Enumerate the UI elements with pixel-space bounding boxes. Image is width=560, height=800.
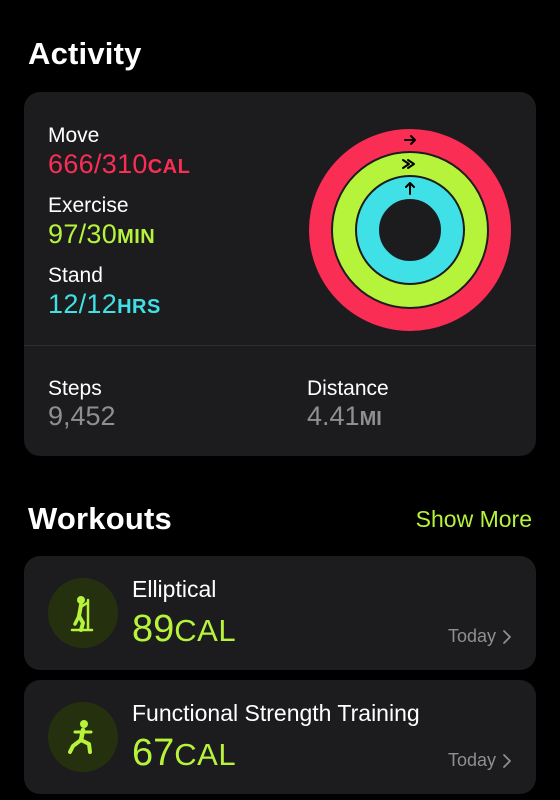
distance-label: Distance <box>307 377 389 400</box>
workout-card-elliptical[interactable]: Elliptical 89CAL Today <box>24 556 536 670</box>
exercise-value-number: 97/30 <box>48 219 118 249</box>
workout-calories: 89CAL <box>132 608 236 651</box>
chevron-right-icon <box>503 753 511 768</box>
workout-date-label: Today <box>447 626 496 646</box>
elliptical-icon <box>48 578 118 648</box>
workout-calories-unit: CAL <box>174 737 237 772</box>
distance-value-unit: MI <box>359 408 382 430</box>
workout-date-label: Today <box>447 750 496 770</box>
exercise-value-unit: MIN <box>117 226 156 248</box>
move-value: 666/310CAL <box>48 149 190 180</box>
stand-ring-progress <box>357 177 463 283</box>
move-value-number: 666/310 <box>48 149 148 179</box>
workout-name: Elliptical <box>132 576 217 602</box>
workout-card-functional-strength-training[interactable]: Functional Strength Training 67CAL Today <box>24 680 536 794</box>
stand-value-unit: HRS <box>117 296 161 318</box>
activity-summary-screen: Activity Move 666/310CAL Exercise 97/30M… <box>0 0 560 800</box>
exercise-ring-cap <box>464 211 487 234</box>
workout-calories-unit: CAL <box>174 613 237 648</box>
stand-ring <box>357 177 463 283</box>
steps-label: Steps <box>48 377 102 400</box>
workout-calories-number: 89 <box>132 608 175 650</box>
steps-value: 9,452 <box>48 401 116 431</box>
workouts-title: Workouts <box>28 501 172 536</box>
stand-value-number: 12/12 <box>48 289 118 319</box>
stand-value: 12/12HRS <box>48 289 161 320</box>
workout-date: Today <box>448 750 512 771</box>
workout-date: Today <box>448 626 512 647</box>
workout-calories-number: 67 <box>132 732 175 774</box>
show-more-button[interactable]: Show More <box>416 506 532 533</box>
distance-value-number: 4.41 <box>307 401 360 431</box>
workout-name: Functional Strength Training <box>132 700 420 726</box>
move-label: Move <box>48 124 100 147</box>
strength-training-icon <box>48 702 118 772</box>
move-value-unit: CAL <box>147 156 191 178</box>
activity-title: Activity <box>28 36 142 71</box>
chevron-right-icon <box>503 629 511 644</box>
activity-rings <box>309 129 511 331</box>
activity-card[interactable]: Move 666/310CAL Exercise 97/30MIN Stand … <box>24 92 536 456</box>
stand-label: Stand <box>48 264 103 287</box>
distance-value: 4.41MI <box>307 401 382 432</box>
move-ring-cap <box>471 165 494 188</box>
card-divider <box>24 345 536 346</box>
exercise-label: Exercise <box>48 194 129 217</box>
workout-calories: 67CAL <box>132 732 236 775</box>
exercise-value: 97/30MIN <box>48 219 155 250</box>
